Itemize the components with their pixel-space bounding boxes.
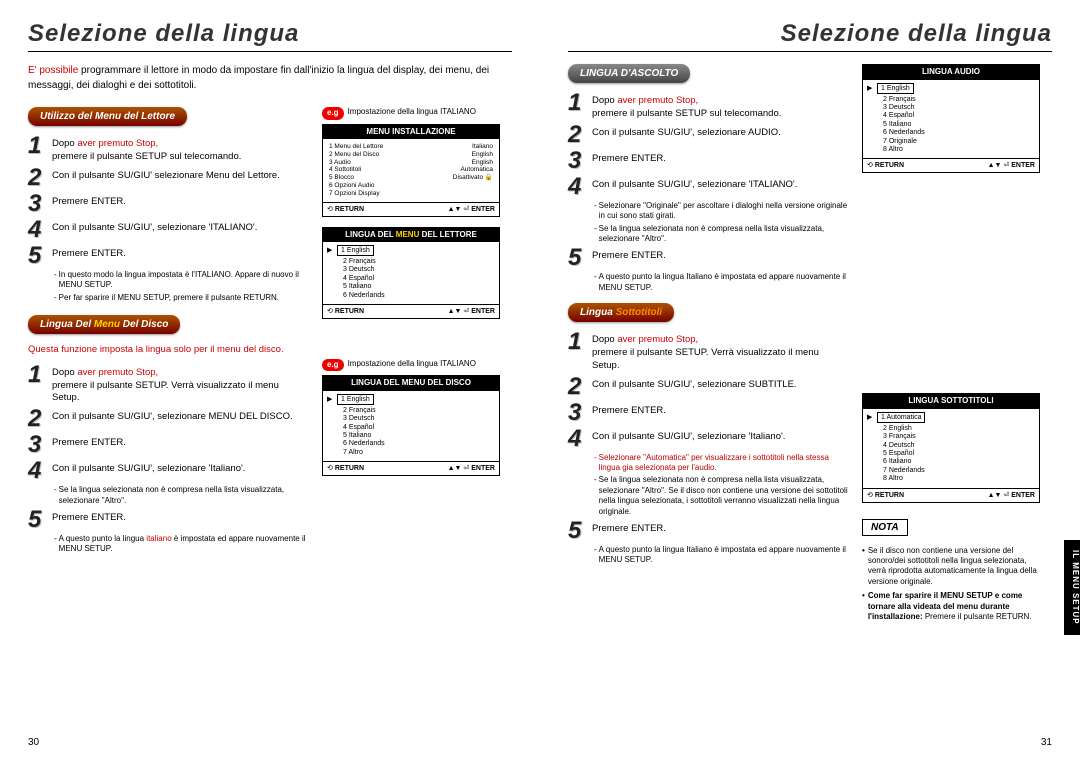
note: Se la lingua selezionata non è compresa … xyxy=(594,475,848,517)
section-pill-player-menu: Utilizzo del Menu del Lettore xyxy=(28,107,187,126)
step-text: Con il pulsante SU/GIU', selezionare 'It… xyxy=(592,427,785,451)
return-icon: ⟲ RETURN xyxy=(327,205,364,214)
step-text: Premere ENTER. xyxy=(592,149,666,173)
note: Selezionare "Automatica" per visualizzar… xyxy=(594,453,848,474)
section-pill-audio-lang: LINGUA D'ASCOLTO xyxy=(568,64,690,83)
step-text: Premere ENTER. xyxy=(52,244,126,268)
page-title-right: Selezione della lingua xyxy=(568,18,1052,49)
section-pill-disc-menu: Lingua Del Menu Del Disco xyxy=(28,315,180,334)
intro-text: E' possibile programmare il lettore in m… xyxy=(28,64,512,93)
step-text: Dopo aver premuto Stop, premere il pulsa… xyxy=(52,363,308,405)
note: Selezionare "Originale" per ascoltare i … xyxy=(594,201,848,222)
step-text: Premere ENTER. xyxy=(592,519,666,543)
screen-menu-install: MENU INSTALLAZIONE 1 Menu del LettoreIta… xyxy=(322,124,500,217)
step-text: Dopo aver premuto Stop, premere il pulsa… xyxy=(592,330,848,372)
page-left: Selezione della lingua E' possibile prog… xyxy=(0,0,540,763)
nota-bullet: Come far sparire il MENU SETUP e come to… xyxy=(862,591,1042,622)
step-text: Con il pulsante SU/GIU', selezionare 'It… xyxy=(52,459,245,483)
page-title-left: Selezione della lingua xyxy=(28,18,512,49)
step-text: Con il pulsante SU/GIU', selezionare AUD… xyxy=(592,123,781,147)
step-text: Premere ENTER. xyxy=(592,246,666,270)
section-pill-subtitle-lang: Lingua Sottotitoli xyxy=(568,303,674,322)
note: Se la lingua selezionata non è compresa … xyxy=(594,224,848,245)
step-text: Dopo aver premuto Stop, premere il pulsa… xyxy=(592,91,781,121)
step-text: Con il pulsante SU/GIU', selezionare 'IT… xyxy=(592,175,797,199)
divider xyxy=(28,51,512,52)
screen-audio-lang: LINGUA AUDIO ▶1 English 2 Français3 Deut… xyxy=(862,64,1040,173)
page-number-left: 30 xyxy=(28,736,39,749)
note: A questo punto la lingua Italiano è impo… xyxy=(594,545,848,566)
nota-bullet: Se il disco non contiene una versione de… xyxy=(862,546,1042,588)
screen-subtitle-lang: LINGUA SOTTOTITOLI ▶1 Automatica 2 Engli… xyxy=(862,393,1040,502)
note: Se la lingua selezionata non è compresa … xyxy=(54,485,308,506)
note: In questo modo la lingua impostata è l'I… xyxy=(54,270,308,291)
step-text: Con il pulsante SU/GIU', selezionare 'IT… xyxy=(52,218,257,242)
nota-heading: NOTA xyxy=(862,519,908,536)
screen-player-menu-lang: LINGUA DEL MENU DEL LETTORE ▶1 English 2… xyxy=(322,227,500,319)
enter-icon: ▲▼ ⏎ENTER xyxy=(448,205,495,214)
step-number: 1 xyxy=(28,134,52,164)
step-text: Dopo aver premuto Stop, premere il pulsa… xyxy=(52,134,241,164)
note: Per far sparire il MENU SETUP, premere i… xyxy=(54,293,308,303)
section-desc: Questa funzione imposta la lingua solo p… xyxy=(28,344,308,357)
step-text: Premere ENTER. xyxy=(592,401,666,425)
step-text: Con il pulsante SU/GIU' selezionare Menu… xyxy=(52,166,280,190)
side-tab: IL MENU SETUP xyxy=(1064,540,1080,635)
note: A questo punto la lingua italiano è impo… xyxy=(54,534,308,555)
step-text: Con il pulsante SU/GIU', selezionare MEN… xyxy=(52,407,293,431)
note: A questo punto la lingua Italiano è impo… xyxy=(594,272,848,293)
screen-disc-menu-lang: LINGUA DEL MENU DEL DISCO ▶1 English 2 F… xyxy=(322,375,500,476)
step-text: Con il pulsante SU/GIU', selezionare SUB… xyxy=(592,375,797,399)
example-label: e.gImpostazione della lingua ITALIANO xyxy=(322,359,502,371)
step-text: Premere ENTER. xyxy=(52,508,126,532)
page-right: Selezione della lingua LINGUA D'ASCOLTO … xyxy=(540,0,1080,763)
example-label: e.gImpostazione della lingua ITALIANO xyxy=(322,107,502,119)
page-number-right: 31 xyxy=(1041,736,1052,749)
step-text: Premere ENTER. xyxy=(52,192,126,216)
step-text: Premere ENTER. xyxy=(52,433,126,457)
